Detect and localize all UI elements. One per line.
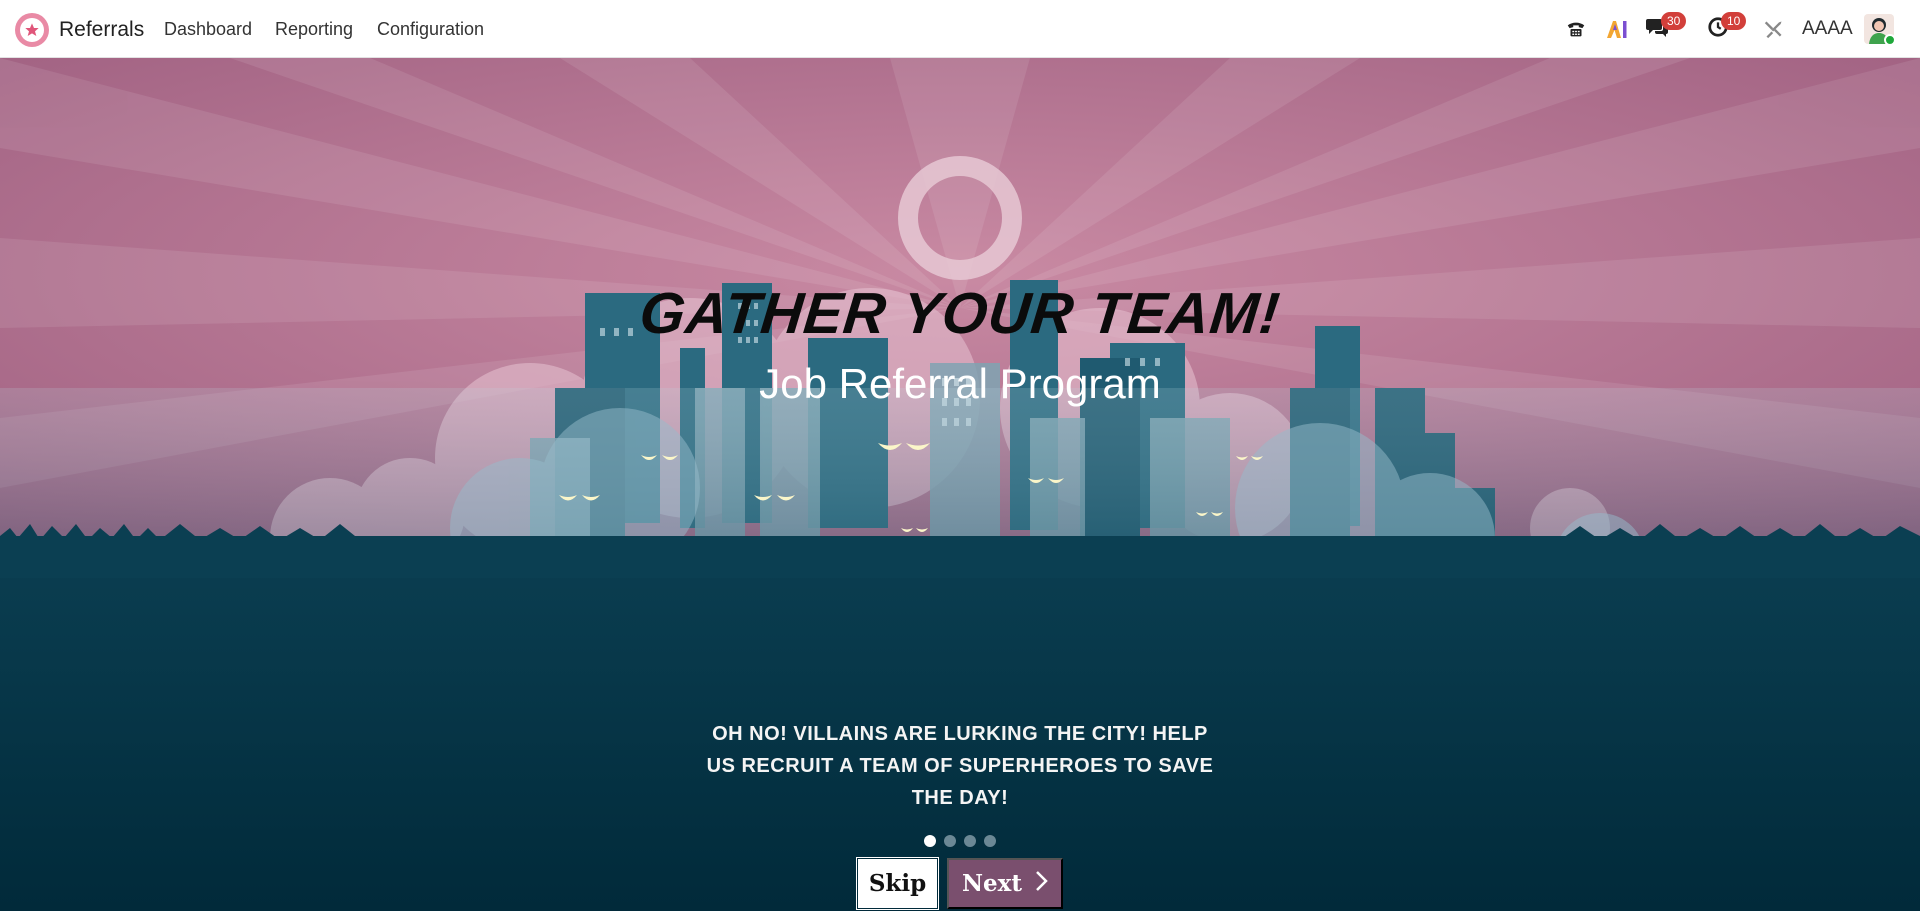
slide-dot[interactable]	[964, 835, 976, 847]
next-button-label: Next	[962, 870, 1022, 897]
phone-icon[interactable]	[1565, 0, 1587, 58]
messages-count-badge: 30	[1661, 12, 1687, 30]
menu-reporting[interactable]: Reporting	[275, 19, 353, 40]
slide-dot[interactable]	[924, 835, 936, 847]
hero-ring-decoration	[898, 156, 1022, 280]
ai-icon[interactable]	[1605, 0, 1629, 58]
slide-indicator	[924, 835, 996, 847]
slide-dot[interactable]	[984, 835, 996, 847]
user-name[interactable]: AAAA	[1802, 18, 1853, 40]
online-status-icon	[1884, 34, 1894, 44]
activities-count-badge: 10	[1721, 12, 1747, 30]
skip-button[interactable]: Skip	[856, 857, 939, 910]
app-name[interactable]: Referrals	[59, 18, 144, 42]
star-icon	[20, 18, 44, 42]
menu-configuration[interactable]: Configuration	[377, 19, 484, 40]
chevron-right-icon	[1034, 870, 1048, 898]
slide-dot[interactable]	[944, 835, 956, 847]
tools-icon[interactable]	[1764, 0, 1784, 58]
referrals-app-icon[interactable]	[15, 13, 49, 47]
top-navbar: Referrals Dashboard Reporting Configurat…	[0, 0, 1920, 58]
hero-headline: GATHER YOUR TEAM!	[636, 281, 1284, 346]
next-button[interactable]: Next	[947, 858, 1063, 909]
user-avatar[interactable]	[1864, 14, 1894, 44]
hero-description: Oh no! Villains are lurking the city! He…	[706, 723, 1214, 809]
onboarding-hero: GATHER YOUR TEAM! Job Referral Program O…	[0, 58, 1920, 911]
menu-dashboard[interactable]: Dashboard	[164, 19, 252, 40]
skip-button-label: Skip	[868, 870, 927, 897]
activities-button[interactable]: 10	[1707, 0, 1747, 58]
hero-subtitle: Job Referral Program	[759, 360, 1161, 407]
messages-button[interactable]: 30	[1645, 0, 1687, 58]
